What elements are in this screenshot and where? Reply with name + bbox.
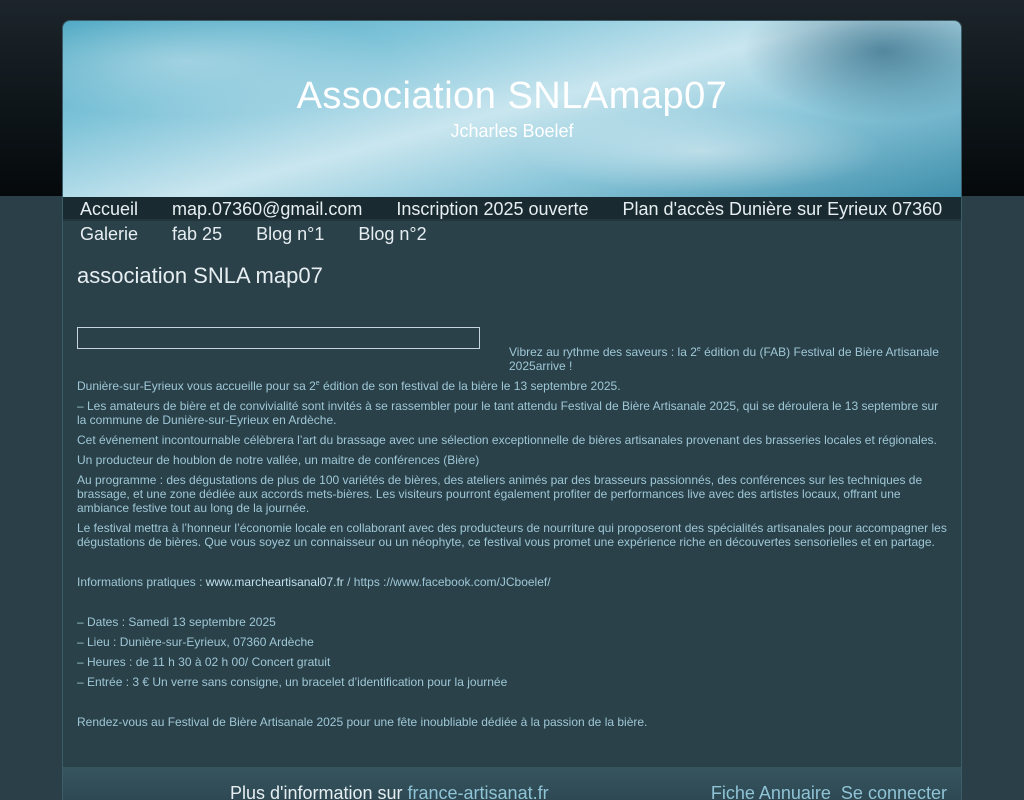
footer-info: Plus d'information sur france-artisanat.… <box>230 783 549 800</box>
detail-dates: – Dates : Samedi 13 septembre 2025 <box>77 615 276 629</box>
login-link[interactable]: Se connecter <box>841 783 947 800</box>
nav-item-plan-acces[interactable]: Plan d'accès Dunière sur Eyrieux 07360 <box>623 199 943 220</box>
site-title: Association SNLAmap07 <box>296 75 728 117</box>
fiche-annuaire-link[interactable]: Fiche Annuaire <box>711 783 831 800</box>
info-label: Informations pratiques : <box>77 575 206 589</box>
welcome-text-start: Dunière-sur-Eyrieux vous accueille pour … <box>77 379 316 393</box>
main-content: association SNLA map07 Vibrez au rythme … <box>77 263 947 735</box>
detail-heures: – Heures : de 11 h 30 à 02 h 00/ Concert… <box>77 655 331 669</box>
nav-item-blog1[interactable]: Blog n°1 <box>256 224 324 245</box>
paragraph-producteur: Un producteur de houblon de notre vallée… <box>77 453 480 467</box>
closing-paragraph: Rendez-vous au Festival de Bière Artisan… <box>77 715 648 729</box>
page-container: Association SNLAmap07 Jcharles Boelef Ac… <box>62 20 962 800</box>
main-navigation: Accueil map.07360@gmail.com Inscription … <box>63 197 961 247</box>
detail-lieu: – Lieu : Dunière-sur-Eyrieux, 07360 Ardè… <box>77 635 314 649</box>
paragraph-programme: Au programme : des dégustations de plus … <box>77 473 923 515</box>
footer-info-prefix: Plus d'information sur <box>230 783 408 800</box>
marche-artisanal-link[interactable]: www.marcheartisanal07.fr <box>206 575 344 589</box>
france-artisanat-link[interactable]: france-artisanat.fr <box>408 783 549 800</box>
welcome-paragraph: Dunière-sur-Eyrieux vous accueille pour … <box>77 379 947 393</box>
empty-image-placeholder <box>77 327 480 349</box>
intro-text: Vibrez au rythme des saveurs : la 2e édi… <box>509 345 949 373</box>
intro-row: Vibrez au rythme des saveurs : la 2e édi… <box>77 327 947 379</box>
intro-text-start: Vibrez au rythme des saveurs : la 2 <box>509 345 697 359</box>
info-line: Informations pratiques : www.marcheartis… <box>77 575 947 589</box>
site-subtitle: Jcharles Boelef <box>450 121 574 141</box>
nav-item-accueil[interactable]: Accueil <box>80 199 138 220</box>
detail-entree: – Entrée : 3 € Un verre sans consigne, u… <box>77 675 508 689</box>
paragraph-economie: Le festival mettra à l’honneur l’économi… <box>77 521 947 549</box>
paragraph-evenement: Cet événement incontournable célèbrera l… <box>77 433 937 447</box>
nav-item-email[interactable]: map.07360@gmail.com <box>172 199 362 220</box>
nav-item-galerie[interactable]: Galerie <box>80 224 138 245</box>
nav-item-blog2[interactable]: Blog n°2 <box>358 224 426 245</box>
footer-links: Fiche Annuaire Se connecter <box>711 783 947 800</box>
page-title: association SNLA map07 <box>77 263 323 288</box>
nav-row-2: Galerie fab 25 Blog n°1 Blog n°2 <box>80 224 427 245</box>
site-header: Association SNLAmap07 Jcharles Boelef <box>63 21 961 197</box>
nav-item-inscription[interactable]: Inscription 2025 ouverte <box>396 199 588 220</box>
welcome-text-end: édition de son festival de la bière le 1… <box>319 379 621 393</box>
nav-row-1: Accueil map.07360@gmail.com Inscription … <box>80 199 942 220</box>
site-footer: Plus d'information sur france-artisanat.… <box>63 767 961 800</box>
nav-item-fab25[interactable]: fab 25 <box>172 224 222 245</box>
facebook-text: / https ://www.facebook.com/JCboelef/ <box>343 575 551 589</box>
paragraph-amateurs: – Les amateurs de bière et de conviviali… <box>77 399 939 427</box>
